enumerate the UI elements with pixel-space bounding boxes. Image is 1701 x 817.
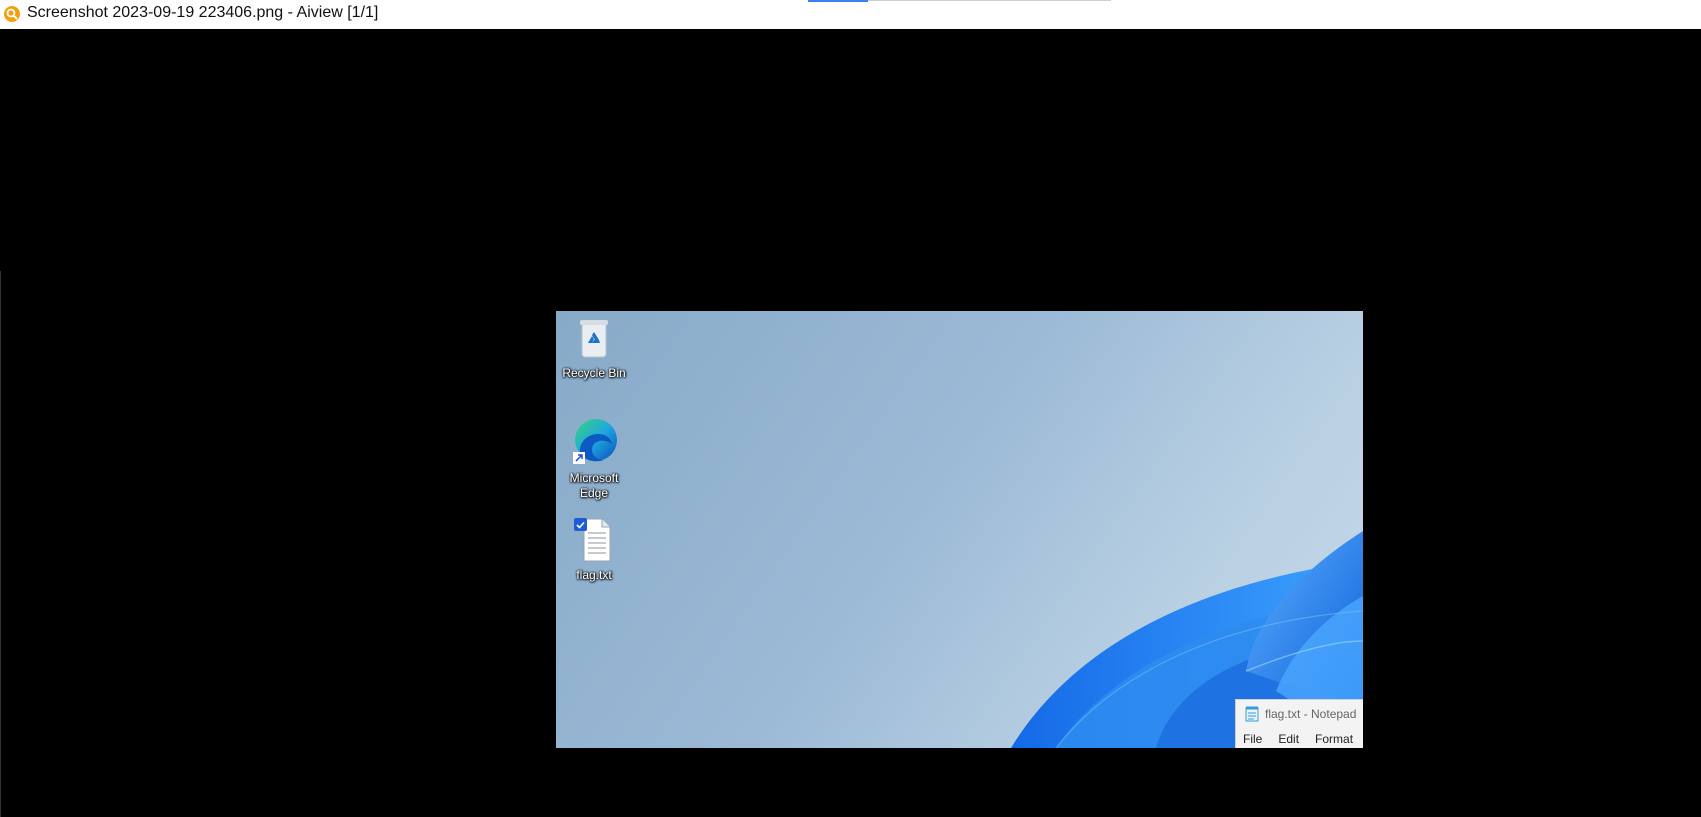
desktop-icon-label: Recycle Bin (562, 366, 626, 380)
text-file-icon (574, 518, 611, 562)
edge-icon (573, 419, 617, 464)
checkbox-icon (574, 518, 587, 531)
desktop-icon-label: Microsoft Edge (569, 471, 619, 500)
aiview-app-icon (4, 6, 20, 22)
menu-file[interactable]: File (1243, 732, 1262, 746)
wallpaper-bloom-image (1011, 531, 1363, 748)
notepad-title: flag.txt - Notepad (1265, 707, 1357, 721)
notepad-menu-bar: File Edit Format (1243, 732, 1353, 746)
desktop-icon-label: flag.txt (576, 568, 612, 582)
screenshot-desktop[interactable]: Recycle Bin Microsoft Edge flag.txt flag… (556, 311, 1363, 748)
notepad-window[interactable]: flag.txt - Notepad File Edit Format (1235, 699, 1363, 748)
desktop-icon-flag-txt[interactable]: flag.txt (559, 517, 629, 583)
desktop-icon-microsoft-edge[interactable]: Microsoft Edge (559, 416, 629, 501)
desktop-icon-recycle-bin[interactable]: Recycle Bin (559, 317, 629, 381)
progress-track (868, 0, 1111, 1)
menu-format[interactable]: Format (1315, 732, 1353, 746)
progress-indicator (808, 0, 868, 2)
recycle-bin-icon (580, 320, 608, 358)
title-bar: Screenshot 2023-09-19 223406.png - Aivie… (0, 0, 1701, 29)
notepad-icon (1245, 706, 1259, 722)
window-title: Screenshot 2023-09-19 223406.png - Aivie… (27, 4, 379, 21)
viewer-edge (0, 271, 1, 817)
menu-edit[interactable]: Edit (1278, 732, 1299, 746)
